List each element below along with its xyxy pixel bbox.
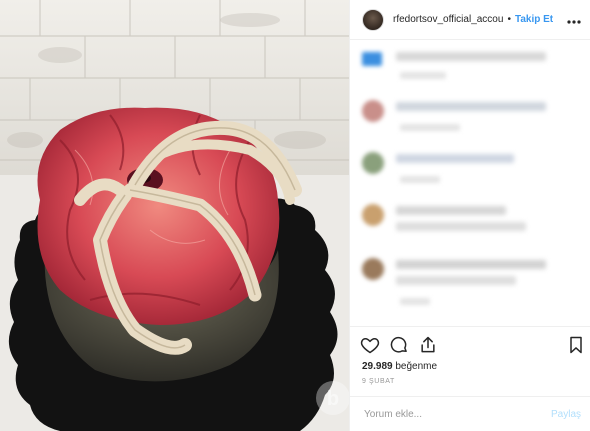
- action-bar: [350, 326, 590, 360]
- heart-icon[interactable]: [360, 335, 380, 355]
- list-item: [362, 200, 582, 250]
- avatar: [362, 52, 382, 66]
- post-side-panel: rfedortsov_official_accou • Takip Et 29.…: [349, 0, 590, 431]
- comment-text-blurred: [396, 276, 516, 285]
- more-horizontal-icon[interactable]: [567, 13, 581, 27]
- comment-text-blurred: [396, 102, 546, 111]
- comment-bubble-icon[interactable]: [389, 335, 409, 355]
- comment-text-blurred: [396, 260, 546, 269]
- avatar: [362, 258, 384, 280]
- comment-meta-blurred: [400, 176, 440, 183]
- add-comment-bar: Paylaş: [350, 396, 590, 431]
- likes-label: beğenme: [395, 361, 438, 372]
- comment-meta-blurred: [400, 124, 460, 131]
- list-item: [362, 148, 582, 198]
- bookmark-icon[interactable]: [566, 335, 586, 355]
- avatar: [362, 100, 384, 122]
- post-date: 9 ŞUBAT: [362, 378, 395, 385]
- instagram-post: b rfedortsov_official_accou • Takip Et 2…: [0, 0, 590, 431]
- avatar: [362, 204, 384, 226]
- comment-text-blurred: [396, 206, 506, 215]
- comment-input[interactable]: [362, 407, 516, 421]
- post-comment-button[interactable]: Paylaş: [551, 409, 581, 420]
- separator-dot: •: [507, 14, 511, 25]
- svg-text:b: b: [327, 388, 339, 410]
- username-link[interactable]: rfedortsov_official_accou: [393, 14, 503, 25]
- comment-text-blurred: [396, 154, 514, 163]
- post-photo[interactable]: b: [0, 0, 349, 431]
- avatar: [362, 152, 384, 174]
- avatar[interactable]: [362, 8, 384, 31]
- comment-meta-blurred: [400, 72, 446, 79]
- share-icon[interactable]: [418, 335, 438, 355]
- comment-text-blurred: [396, 222, 526, 231]
- follow-button[interactable]: Takip Et: [515, 14, 553, 25]
- post-header: rfedortsov_official_accou • Takip Et: [350, 0, 590, 40]
- list-item: [362, 44, 582, 94]
- cake-photo-illustration: b: [0, 0, 349, 431]
- comments-list: [350, 40, 590, 324]
- list-item: [362, 254, 582, 316]
- comment-text-blurred: [396, 52, 546, 61]
- likes-number: 29.989: [362, 361, 393, 372]
- comment-meta-blurred: [400, 298, 430, 305]
- list-item: [362, 96, 582, 146]
- likes-count[interactable]: 29.989 beğenme: [362, 361, 437, 372]
